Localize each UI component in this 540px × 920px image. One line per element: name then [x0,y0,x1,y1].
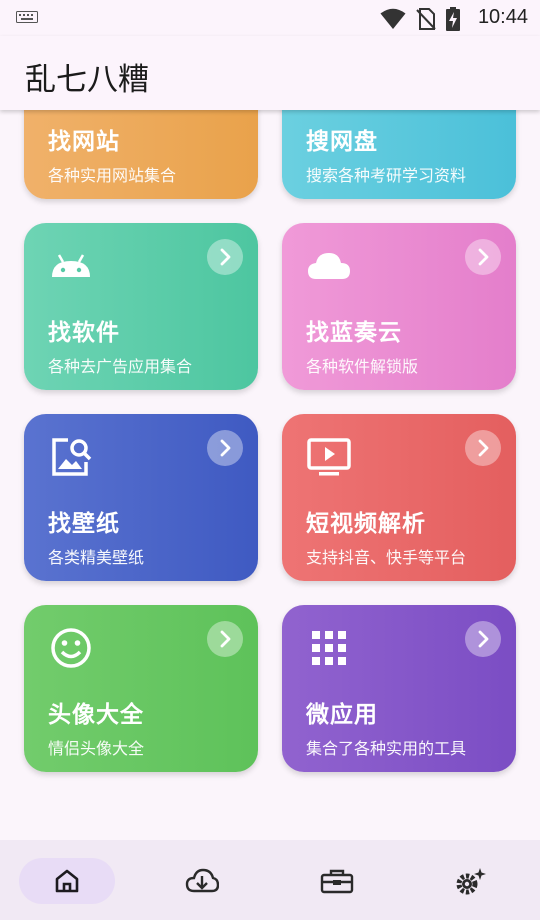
chevron-right-icon[interactable] [465,621,501,657]
card-title: 搜网盘 [306,129,378,155]
chevron-right-icon[interactable] [465,239,501,275]
card-title: 找网站 [48,129,120,155]
card-subtitle: 集合了各种实用的工具 [306,739,467,758]
feature-card[interactable]: e找网站各种实用网站集合 [24,110,258,199]
card-title: 头像大全 [48,702,144,728]
feature-card[interactable]: 短视频解析支持抖音、快手等平台 [282,414,516,581]
nav-item-cloud-download[interactable] [154,858,250,904]
card-title: 找软件 [48,320,120,346]
cloud-icon [306,243,352,289]
card-subtitle: 各种实用网站集合 [48,166,177,185]
card-grid: e找网站各种实用网站集合搜网盘搜索各种考研学习资料找软件各种去广告应用集合找蓝奏… [0,110,540,840]
card-subtitle: 支持抖音、快手等平台 [306,548,467,567]
chevron-right-icon[interactable] [207,239,243,275]
feature-card[interactable]: 微应用集合了各种实用的工具 [282,605,516,772]
nav-item-home[interactable] [19,858,115,904]
feature-card[interactable]: 找壁纸 各类精美壁纸 [24,414,258,581]
android-icon [48,243,94,289]
clock-time: 10:44 [477,6,528,28]
keyboard-icon [16,11,38,23]
card-subtitle: 各种软件解锁版 [306,357,419,376]
feature-card[interactable]: 搜网盘搜索各种考研学习资料 [282,110,516,199]
page-title: 乱七八糟 [25,62,149,98]
card-title: 找壁纸 [48,511,120,537]
home-icon [53,867,81,895]
battery-charging-icon [446,7,460,31]
card-subtitle: 各种去广告应用集合 [48,357,193,376]
card-subtitle: 各类精美壁纸 [48,548,145,567]
bottom-navigation [0,840,540,920]
chevron-right-icon[interactable] [465,430,501,466]
chevron-right-icon[interactable] [207,430,243,466]
toolbox-icon [320,867,354,895]
image-search-icon [48,434,94,480]
video-play-icon [306,434,352,480]
smiley-icon [48,625,94,671]
feature-card[interactable]: 头像大全情侣头像大全 [24,605,258,772]
app-bar: 乱七八糟 [0,36,540,110]
card-title: 短视频解析 [306,511,426,537]
apps-grid-icon [306,625,352,671]
settings-icon [454,866,488,896]
status-bar: 10:44 [0,0,540,36]
card-subtitle: 情侣头像大全 [48,739,145,758]
feature-card[interactable]: 找软件各种去广告应用集合 [24,223,258,390]
card-title: 找蓝奏云 [306,320,402,346]
card-subtitle: 搜索各种考研学习资料 [306,166,467,185]
chevron-right-icon[interactable] [207,621,243,657]
no-sim-icon [416,8,436,30]
card-title: 微应用 [306,702,378,728]
wifi-icon [380,8,406,29]
nav-item-settings[interactable] [423,858,519,904]
cloud-download-icon [185,867,219,895]
nav-item-toolbox[interactable] [289,858,385,904]
feature-card[interactable]: 找蓝奏云各种软件解锁版 [282,223,516,390]
